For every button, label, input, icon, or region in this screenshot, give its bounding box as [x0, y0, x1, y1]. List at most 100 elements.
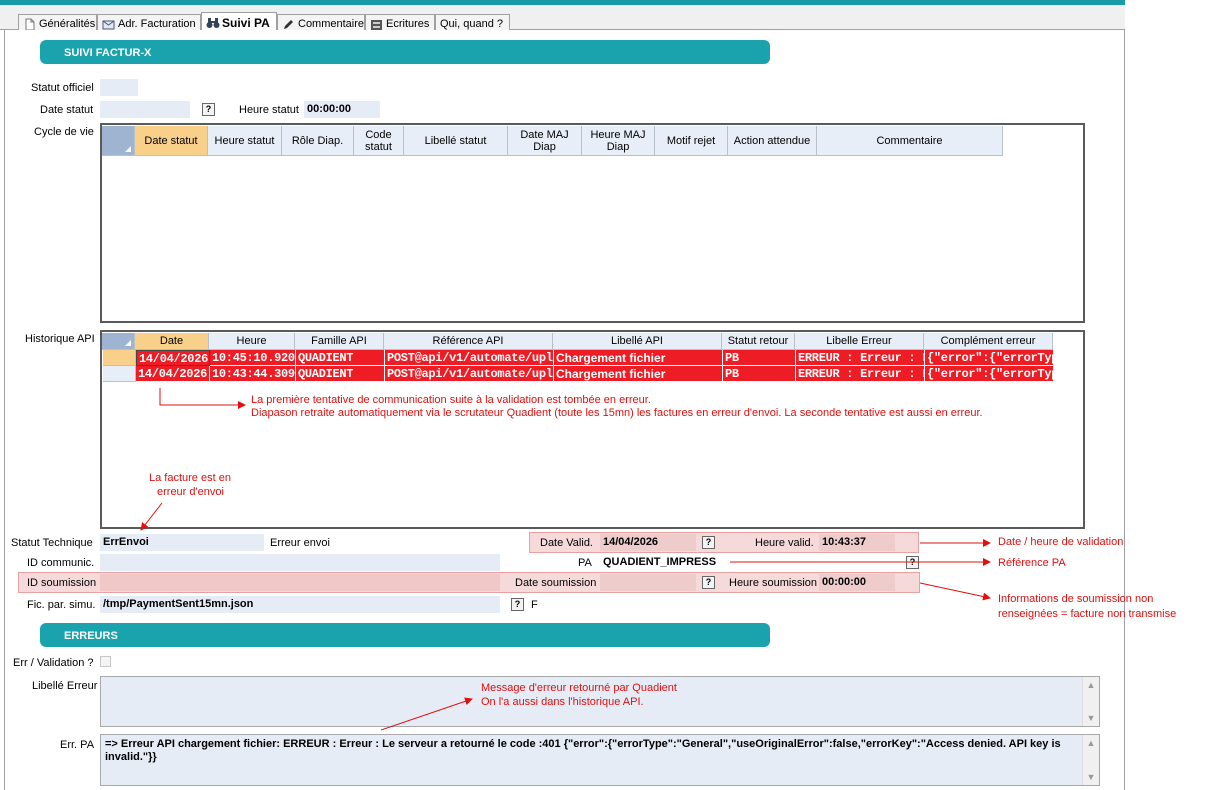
row-indicator[interactable]	[103, 350, 136, 366]
pa-label: PA	[578, 557, 592, 569]
section-suivi-facturx-header: SUIVI FACTUR-X	[40, 40, 770, 64]
table-cell[interactable]: QUADIENT	[296, 366, 385, 382]
statut-officiel-field[interactable]	[100, 79, 138, 96]
statut-officiel-label: Statut officiel	[31, 82, 94, 94]
table-cell[interactable]: POST@api/v1/automate/uplo	[385, 350, 554, 366]
id-soumission-label: ID soumission	[27, 577, 97, 589]
annotation-soumission-1: Informations de soumission non	[998, 593, 1154, 605]
column-header[interactable]: Action attendue	[728, 126, 817, 156]
statut-technique-field[interactable]: ErrEnvoi	[100, 534, 264, 551]
table-cell[interactable]: {"error":{"errorType":"	[925, 350, 1054, 366]
err-pa-scrollbar[interactable]: ▲ ▼	[1082, 735, 1099, 785]
date-statut-help-button[interactable]: ?	[202, 103, 215, 116]
err-pa-label: Err. PA	[60, 739, 95, 751]
column-header[interactable]: Libellé API	[553, 333, 722, 350]
row-indicator[interactable]	[103, 366, 136, 382]
column-header[interactable]: Code statut	[354, 126, 404, 156]
annotation-soumission-2: renseignées = facture non transmise	[998, 608, 1177, 620]
scroll-up-icon[interactable]: ▲	[1083, 677, 1099, 693]
scroll-down-icon[interactable]: ▼	[1083, 710, 1099, 726]
date-soumission-help-button[interactable]: ?	[702, 576, 715, 589]
tab-label: Suivi PA	[222, 16, 270, 30]
column-header[interactable]: Complément erreur	[924, 333, 1053, 350]
scroll-up-icon[interactable]: ▲	[1083, 735, 1099, 751]
column-header[interactable]: Heure	[209, 333, 295, 350]
column-header[interactable]: Famille API	[295, 333, 384, 350]
table-cell[interactable]: QUADIENT	[296, 350, 385, 366]
column-header[interactable]: Date	[135, 333, 209, 350]
cycle-de-vie-header: Date statut Heure statut Rôle Diap. Code…	[102, 126, 1003, 156]
column-header[interactable]: Rôle Diap.	[282, 126, 354, 156]
table-row[interactable]: 14/04/2026 10:45:10.920 QUADIENT POST@ap…	[103, 350, 1054, 366]
tab-label: Généralités	[39, 18, 96, 30]
table-cell[interactable]: Chargement fichier	[554, 366, 723, 382]
id-communic-label: ID communic.	[27, 557, 95, 569]
table-cell[interactable]: {"error":{"errorType":"	[925, 366, 1054, 382]
table-cell[interactable]: PB	[723, 366, 796, 382]
date-valid-field[interactable]: 14/04/2026	[600, 534, 696, 551]
historique-api-label: Historique API	[25, 333, 95, 345]
heure-soumission-field[interactable]: 00:00:00	[819, 574, 895, 591]
date-statut-field[interactable]	[100, 101, 190, 118]
table-cell[interactable]: 10:45:10.920	[210, 350, 296, 366]
err-validation-label: Err / Validation ?	[13, 657, 94, 669]
libelle-erreur-scrollbar[interactable]: ▲ ▼	[1082, 677, 1099, 726]
column-header[interactable]: Statut retour	[722, 333, 795, 350]
historique-api-grid[interactable]: Date Heure Famille API Référence API Lib…	[100, 330, 1085, 529]
fic-help-button[interactable]: ?	[511, 598, 524, 611]
scroll-down-icon[interactable]: ▼	[1083, 769, 1099, 785]
table-row[interactable]: 14/04/2026 10:43:44.309 QUADIENT POST@ap…	[103, 366, 1054, 382]
statut-technique-label: Statut Technique	[11, 537, 93, 549]
heure-soumission-label: Heure soumission	[729, 577, 818, 589]
binoculars-icon	[206, 16, 220, 29]
pa-help-button[interactable]: ?	[906, 556, 919, 569]
annotation-historique-2: Diapason retraite automatiquement via le…	[251, 407, 983, 419]
cycle-de-vie-grid[interactable]: Date statut Heure statut Rôle Diap. Code…	[100, 123, 1085, 323]
historique-api-header: Date Heure Famille API Référence API Lib…	[102, 333, 1053, 350]
column-header[interactable]: Date statut	[135, 126, 208, 156]
column-header[interactable]: Référence API	[384, 333, 553, 350]
column-header[interactable]: Heure MAJ Diap	[582, 126, 655, 156]
fic-flag: F	[531, 599, 538, 611]
tab-label: Adr. Facturation	[118, 18, 196, 30]
table-cell[interactable]: POST@api/v1/automate/uplo	[385, 366, 554, 382]
grid-corner[interactable]	[102, 333, 135, 350]
column-header[interactable]: Commentaire	[817, 126, 1003, 156]
column-header[interactable]: Libellé statut	[404, 126, 508, 156]
heure-valid-field[interactable]: 10:43:37	[819, 534, 895, 551]
grid-corner[interactable]	[102, 126, 135, 156]
id-communic-field[interactable]	[100, 554, 500, 571]
fic-par-simu-label: Fic. par. simu.	[27, 599, 96, 611]
tab-strip: Généralités Adr. Facturation Suivi PA Co…	[0, 5, 1125, 36]
err-pa-memo[interactable]: => Erreur API chargement fichier: ERREUR…	[100, 734, 1100, 786]
annotation-reference-pa: Référence PA	[998, 557, 1066, 569]
table-cell[interactable]: PB	[723, 350, 796, 366]
annotation-message-1: Message d'erreur retourné par Quadient	[481, 682, 677, 694]
statut-technique-description: Erreur envoi	[270, 537, 330, 549]
date-valid-help-button[interactable]: ?	[702, 536, 715, 549]
column-header[interactable]: Heure statut	[208, 126, 282, 156]
table-cell[interactable]: 14/04/2026	[136, 366, 210, 382]
table-cell[interactable]: ERREUR : Erreur : Le	[796, 350, 925, 366]
table-cell[interactable]: ERREUR : Erreur : Le	[796, 366, 925, 382]
date-soumission-field[interactable]	[600, 574, 696, 591]
id-soumission-field[interactable]	[100, 574, 500, 591]
annotation-message-2: On l'a aussi dans l'historique API.	[481, 696, 644, 708]
date-valid-label: Date Valid.	[540, 537, 593, 549]
column-header[interactable]: Libelle Erreur	[795, 333, 924, 350]
table-cell[interactable]: 14/04/2026	[136, 350, 210, 366]
column-header[interactable]: Motif rejet	[655, 126, 728, 156]
heure-statut-label: Heure statut	[239, 104, 299, 116]
table-cell[interactable]: Chargement fichier	[554, 350, 723, 366]
column-header[interactable]: Date MAJ Diap	[508, 126, 582, 156]
err-pa-text: => Erreur API chargement fichier: ERREUR…	[105, 738, 1061, 763]
err-validation-checkbox[interactable]	[100, 656, 111, 667]
tab-label: Qui, quand ?	[440, 18, 503, 30]
heure-statut-field[interactable]: 00:00:00	[304, 101, 380, 118]
date-statut-label: Date statut	[40, 104, 94, 116]
pa-field[interactable]: QUADIENT_IMPRESS	[600, 554, 902, 571]
fic-par-simu-field[interactable]: /tmp/PaymentSent15mn.json	[100, 596, 500, 613]
annotation-date-heure: Date / heure de validation	[998, 536, 1124, 548]
table-cell[interactable]: 10:43:44.309	[210, 366, 296, 382]
tab-label: Ecritures	[386, 18, 430, 30]
